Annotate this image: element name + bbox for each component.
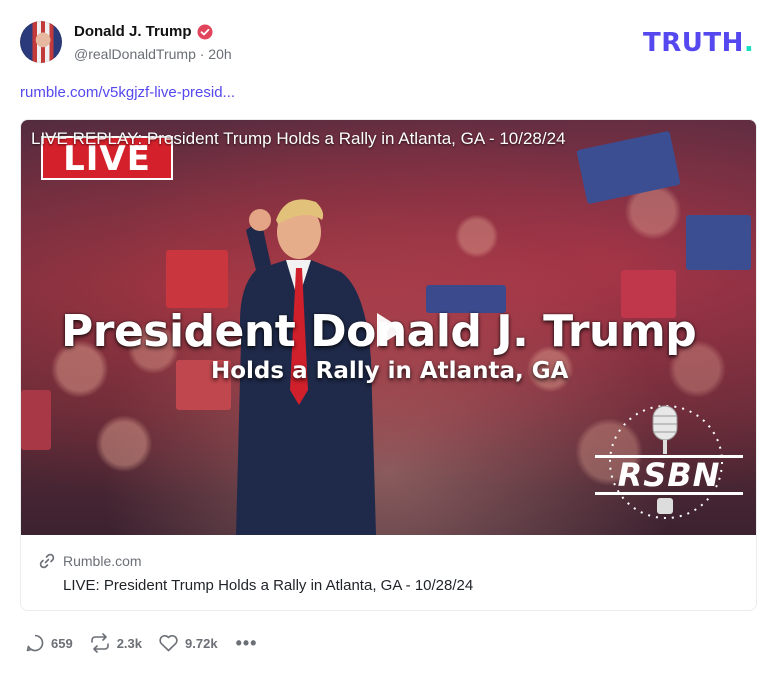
post-actions: 659 2.3k 9.72k ••• (25, 632, 257, 654)
video-subhead: Holds a Rally in Atlanta, GA (211, 358, 569, 384)
heart-icon (159, 635, 178, 652)
like-count: 9.72k (185, 635, 218, 651)
card-meta[interactable]: Rumble.com LIVE: President Trump Holds a… (21, 535, 756, 610)
network-logo: RSBN (595, 455, 743, 495)
link-preview-card[interactable]: LIVE LIVE REPLAY: President Trump Holds … (20, 119, 757, 611)
card-title[interactable]: LIVE: President Trump Holds a Rally in A… (63, 577, 473, 594)
verified-badge-icon (197, 24, 213, 39)
author-handle-time[interactable]: @realDonaldTrump · 20h (74, 46, 232, 62)
crowd-sign (21, 390, 51, 450)
card-source: Rumble.com (63, 553, 142, 569)
video-thumbnail[interactable]: LIVE LIVE REPLAY: President Trump Holds … (21, 120, 756, 535)
author-avatar[interactable] (20, 21, 62, 63)
logo-text: TRUTH (643, 28, 744, 58)
more-options-icon[interactable]: ••• (236, 633, 258, 654)
reply-count: 659 (51, 635, 73, 651)
like-button[interactable]: 9.72k (158, 633, 218, 653)
video-title: LIVE REPLAY: President Trump Holds a Ral… (31, 129, 566, 148)
author-name[interactable]: Donald J. Trump (74, 23, 192, 40)
retruth-icon (90, 633, 109, 653)
crowd-sign (686, 215, 751, 270)
link-icon (39, 553, 55, 569)
reply-button[interactable]: 659 (25, 633, 73, 653)
reply-icon (26, 634, 44, 652)
post-link[interactable]: rumble.com/v5kgjzf-live-presid... (20, 84, 235, 101)
play-icon[interactable] (373, 310, 407, 350)
logo-dot: . (743, 28, 755, 58)
truth-social-logo[interactable]: TRUTH. (643, 28, 754, 58)
retruth-count: 2.3k (116, 635, 143, 651)
retruth-button[interactable]: 2.3k (89, 633, 142, 653)
